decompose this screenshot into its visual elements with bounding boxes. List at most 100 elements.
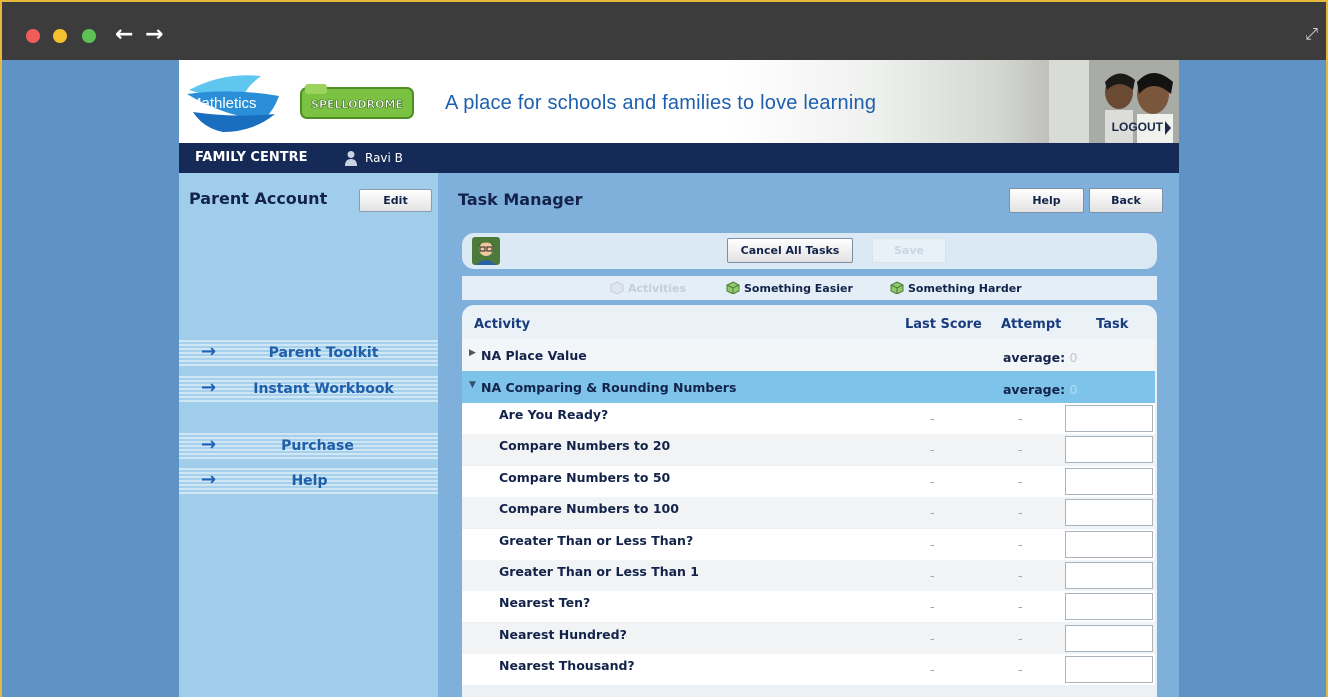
- menu-item-label: Parent Toolkit: [268, 345, 379, 361]
- close-window-button[interactable]: [26, 29, 40, 43]
- activity-table: Activity Last Score Attempt Task ▶ NA Pl…: [462, 305, 1157, 697]
- last-score-value: -: [930, 568, 935, 583]
- group-name: NA Place Value: [481, 348, 587, 363]
- column-header-activity: Activity: [474, 317, 531, 332]
- table-row: Nearest Thousand? - -: [462, 654, 1155, 686]
- forward-arrow-icon[interactable]: →: [145, 22, 163, 48]
- attempt-value: -: [1018, 568, 1023, 583]
- attempt-value: -: [1018, 473, 1023, 489]
- group-average: average: 0: [1003, 382, 1077, 397]
- attempt-value: -: [1018, 411, 1023, 426]
- site-container: Mathletics SPELLODROME A place for schoo…: [179, 60, 1179, 697]
- filter-label: Something Easier: [744, 282, 853, 295]
- cube-icon: [610, 281, 624, 294]
- column-header-task: Task: [1096, 317, 1129, 332]
- task-checkbox[interactable]: [1065, 530, 1153, 558]
- attempt-value: -: [1018, 505, 1023, 521]
- attempt-value: -: [1018, 662, 1023, 678]
- menu-item-label: Help: [291, 473, 328, 489]
- mathletics-logo[interactable]: Mathletics: [183, 68, 281, 134]
- group-row-comparing-rounding[interactable]: ▼ NA Comparing & Rounding Numbers averag…: [462, 371, 1155, 403]
- task-checkbox[interactable]: [1065, 405, 1153, 432]
- table-row: Nearest Ten? - -: [462, 591, 1155, 623]
- task-toolbar: Cancel All Tasks Save: [462, 233, 1157, 269]
- activity-name[interactable]: Nearest Ten?: [499, 595, 590, 610]
- avatar[interactable]: [472, 237, 500, 265]
- logout-arrow-icon: [1165, 120, 1171, 135]
- last-score-value: -: [930, 536, 935, 552]
- minimize-window-button[interactable]: [53, 29, 67, 43]
- activity-name[interactable]: Compare Numbers to 100: [499, 501, 679, 516]
- average-label: average:: [1003, 382, 1066, 397]
- filter-something-harder[interactable]: Something Harder: [890, 281, 1022, 295]
- table-row: Compare Numbers to 20 - -: [462, 434, 1155, 466]
- filter-something-easier[interactable]: Something Easier: [726, 281, 853, 295]
- menu-item-help[interactable]: → Help: [179, 468, 438, 494]
- filter-activities[interactable]: Activities: [610, 281, 686, 295]
- average-label: average:: [1003, 350, 1066, 365]
- last-score-value: -: [930, 442, 935, 458]
- menu-item-purchase[interactable]: → Purchase: [179, 433, 438, 459]
- attempt-value: -: [1018, 536, 1023, 552]
- back-button[interactable]: Back: [1089, 188, 1163, 213]
- back-arrow-icon[interactable]: ←: [115, 22, 133, 48]
- parent-account-title: Parent Account: [189, 189, 328, 208]
- column-header-attempt: Attempt: [1001, 317, 1062, 332]
- last-score-value: -: [930, 599, 935, 615]
- maximize-window-button[interactable]: [82, 29, 96, 43]
- menu-item-instant-workbook[interactable]: → Instant Workbook: [179, 376, 438, 402]
- menu-item-parent-toolkit[interactable]: → Parent Toolkit: [179, 340, 438, 366]
- spellodrome-logo[interactable]: SPELLODROME: [299, 82, 416, 122]
- task-checkbox[interactable]: [1065, 467, 1153, 495]
- task-checkbox[interactable]: [1065, 656, 1153, 684]
- last-score-value: -: [930, 662, 935, 678]
- average-value: 0: [1069, 350, 1078, 365]
- attempt-value: -: [1018, 599, 1023, 615]
- tagline: A place for schools and families to love…: [445, 92, 877, 114]
- expand-icon[interactable]: ⤢: [1305, 24, 1318, 44]
- edit-button[interactable]: Edit: [359, 189, 432, 212]
- average-value: 0: [1069, 382, 1078, 397]
- cancel-all-tasks-button[interactable]: Cancel All Tasks: [727, 238, 853, 263]
- activity-name[interactable]: Compare Numbers to 20: [499, 438, 670, 453]
- help-button[interactable]: Help: [1009, 188, 1084, 213]
- group-name: NA Comparing & Rounding Numbers: [481, 380, 737, 395]
- family-centre-bar: FAMILY CENTRE Ravi B: [179, 143, 1179, 173]
- user-icon: [345, 151, 357, 166]
- task-checkbox[interactable]: [1065, 624, 1153, 652]
- header-banner: Mathletics SPELLODROME A place for schoo…: [179, 60, 1179, 143]
- column-header-last-score: Last Score: [905, 317, 982, 332]
- logout-link[interactable]: LOGOUT: [1112, 120, 1171, 135]
- filter-label: Activities: [628, 282, 687, 295]
- activity-name[interactable]: Are You Ready?: [499, 407, 608, 422]
- last-score-value: -: [930, 411, 935, 426]
- save-button[interactable]: Save: [872, 238, 946, 263]
- filter-bar: Activities Something Easier Something Ha…: [462, 276, 1157, 300]
- task-checkbox[interactable]: [1065, 593, 1153, 621]
- logout-label: LOGOUT: [1111, 120, 1163, 134]
- last-score-value: -: [930, 630, 935, 646]
- activity-name[interactable]: Nearest Thousand?: [499, 658, 635, 673]
- task-checkbox[interactable]: [1065, 436, 1153, 464]
- task-checkbox[interactable]: [1065, 562, 1153, 589]
- user-name[interactable]: Ravi B: [365, 151, 403, 165]
- browser-toolbar: ← → ⤢: [0, 0, 1328, 60]
- cube-icon: [726, 281, 740, 294]
- activity-name[interactable]: Nearest Hundred?: [499, 627, 627, 642]
- table-row: Compare Numbers to 50 - -: [462, 465, 1155, 497]
- last-score-value: -: [930, 505, 935, 521]
- last-score-value: -: [930, 473, 935, 489]
- table-row: Greater Than or Less Than? - -: [462, 528, 1155, 560]
- task-manager-panel: Task Manager Help Back Cancel All Tasks …: [448, 173, 1179, 697]
- table-row: Greater Than or Less Than 1 - -: [462, 560, 1155, 591]
- menu-item-label: Instant Workbook: [253, 381, 394, 397]
- table-row: Nearest Hundred? - -: [462, 622, 1155, 654]
- activity-name[interactable]: Compare Numbers to 50: [499, 470, 670, 485]
- activity-name[interactable]: Greater Than or Less Than 1: [499, 564, 699, 579]
- group-row-place-value[interactable]: ▶ NA Place Value average: 0: [462, 339, 1155, 371]
- task-checkbox[interactable]: [1065, 499, 1153, 527]
- mathletics-logo-text: Mathletics: [189, 95, 257, 112]
- page-title: Task Manager: [458, 190, 583, 209]
- activity-name[interactable]: Greater Than or Less Than?: [499, 533, 693, 548]
- caret-right-icon: ▶: [469, 348, 476, 358]
